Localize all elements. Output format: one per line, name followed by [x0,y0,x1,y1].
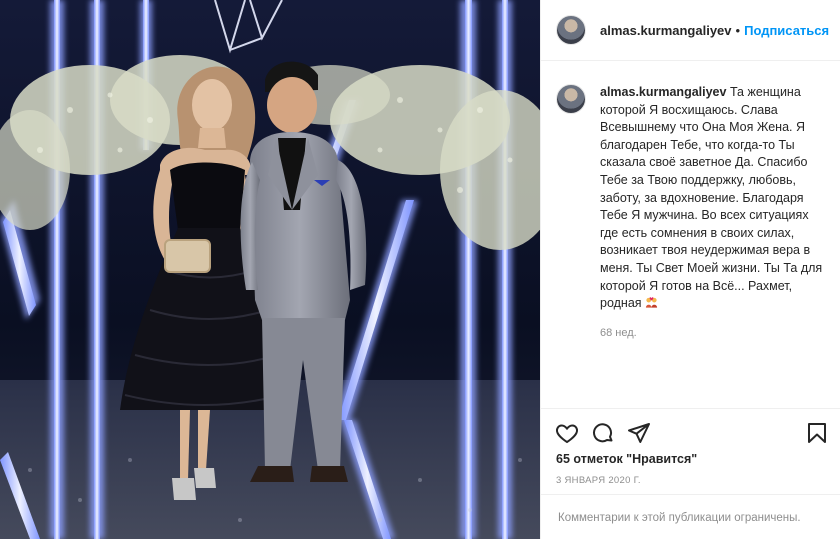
paper-plane-icon[interactable] [627,421,651,445]
likes-count[interactable]: 65 отметок "Нравится" [556,452,697,466]
post-photo[interactable] [0,0,540,539]
post-photo-illustration [0,0,540,539]
comments-restricted-note: Комментарии к этой публикации ограничены… [541,494,840,539]
caption-body: almas.kurmangaliyev Та женщина которой Я… [600,84,828,342]
caption: almas.kurmangaliyev Та женщина которой Я… [556,84,828,342]
caption-avatar[interactable] [556,84,586,114]
post-date: 3 ЯНВАРЯ 2020 Г. [556,475,641,486]
header-username[interactable]: almas.kurmangaliyev [600,23,732,38]
separator-dot: • [735,22,741,38]
avatar[interactable] [556,15,586,45]
caption-text: Та женщина которой Я восхищаюсь. Слава В… [600,85,823,311]
action-bar [541,408,840,446]
follow-button[interactable]: Подписаться [744,23,829,38]
couple-with-heart-emoji [645,297,658,308]
post-time[interactable]: 68 нед. [600,325,828,343]
bookmark-icon[interactable] [805,421,829,445]
post-header: almas.kurmangaliyev • Подписаться [541,0,840,61]
heart-icon[interactable] [555,421,579,445]
post-side-panel: almas.kurmangaliyev • Подписаться almas.… [540,0,840,539]
caption-username[interactable]: almas.kurmangaliyev [600,85,726,99]
comment-icon[interactable] [591,421,615,445]
instagram-post-modal: almas.kurmangaliyev • Подписаться almas.… [0,0,840,539]
